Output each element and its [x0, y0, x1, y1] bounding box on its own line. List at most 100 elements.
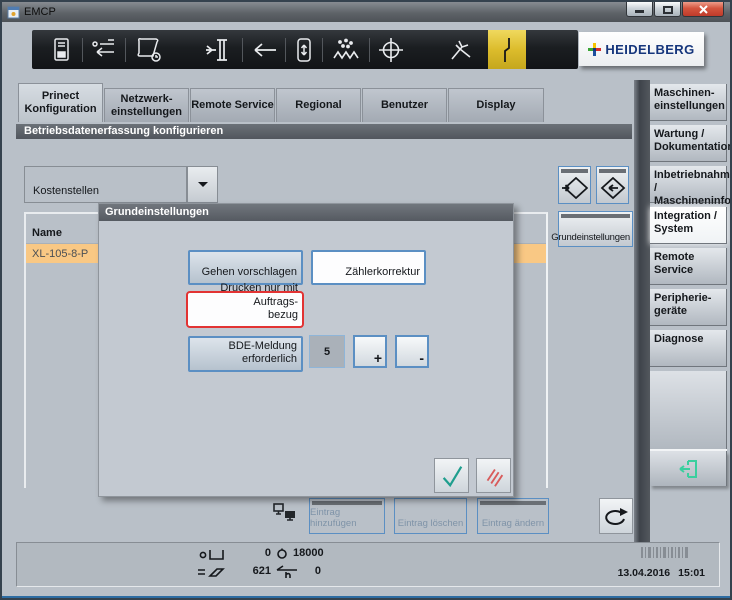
brand-logo: HEIDELBERG — [579, 32, 704, 66]
sidebar-separator — [650, 449, 727, 451]
blower-icon — [448, 37, 474, 63]
ok-button[interactable] — [434, 458, 469, 493]
button-indicator — [561, 214, 630, 218]
sidebar-item-inbetriebnahme-maschineninfo[interactable]: Inbetriebnahme / Maschineninfo — [650, 166, 727, 203]
drucken-nur-mit-auftragsbezug-button[interactable]: Drucken nur mit Auftrags- bezug — [186, 291, 304, 328]
sidebar-item-label: Wartung / Dokumentation — [654, 128, 732, 153]
tab-regional[interactable]: Regional — [276, 88, 361, 122]
tab-benutzer[interactable]: Benutzer — [362, 88, 447, 122]
exit-door-icon — [676, 457, 700, 481]
speed-value: 18000 — [293, 547, 343, 559]
sidebar-item-label: Remote Service — [654, 251, 694, 276]
eintrag-aendern-button[interactable]: Eintrag ändern — [477, 498, 549, 534]
close-button[interactable] — [682, 2, 724, 17]
brand-text: HEIDELBERG — [605, 42, 694, 57]
chevron-down-icon — [198, 182, 208, 187]
app-window: EMCP — [0, 0, 732, 600]
minimize-button[interactable] — [626, 2, 653, 17]
blower-button[interactable] — [440, 37, 482, 63]
sheet-feed-button[interactable] — [196, 37, 242, 63]
exit-button[interactable] — [650, 451, 727, 486]
import-button[interactable] — [558, 166, 591, 204]
door-button[interactable] — [286, 37, 322, 63]
barcode-icon — [641, 547, 689, 558]
increment-button[interactable]: + — [353, 335, 387, 368]
kostenstellen-field: Kostenstellen — [24, 166, 187, 203]
powder-spray-icon — [331, 38, 361, 62]
cancel-button[interactable] — [476, 458, 511, 493]
button-label: Eintrag ändern — [482, 518, 544, 529]
logbook-icon — [50, 37, 72, 63]
tab-label: Remote Service — [191, 99, 274, 112]
decrement-button[interactable]: - — [395, 335, 429, 368]
door-icon — [295, 37, 313, 63]
app-icon — [7, 6, 20, 19]
tab-display[interactable]: Display — [448, 88, 544, 122]
maximize-icon — [663, 6, 673, 14]
logbook-button[interactable] — [40, 37, 82, 63]
sidebar-item-wartung-dokumentation[interactable]: Wartung / Dokumentation — [650, 125, 727, 162]
tab-prinect-konfiguration[interactable]: Prinect Konfiguration — [18, 83, 103, 122]
lightning-icon — [500, 35, 514, 65]
minimize-icon — [635, 10, 644, 13]
button-label: Zählerkorrektur — [345, 266, 420, 280]
sidebar-item-label: Inbetriebnahme / Maschineninfo — [654, 169, 732, 207]
lightning-button-active[interactable] — [488, 30, 526, 69]
button-indicator — [480, 501, 546, 505]
schedule-button[interactable] — [126, 37, 172, 63]
sidebar-item-integration-system[interactable]: Integration / System — [650, 207, 727, 244]
tab-label: Prinect Konfiguration — [24, 90, 96, 115]
sidebar-item-remote-service[interactable]: Remote Service — [650, 248, 727, 285]
plus-icon: + — [374, 351, 382, 365]
sidebar-item-label: Diagnose — [654, 333, 704, 345]
checkmark-icon — [439, 463, 465, 489]
grundeinstellungen-dialog: Grundeinstellungen Gehen vorschlagen Zäh… — [98, 203, 514, 497]
reset-button[interactable] — [599, 498, 633, 534]
eintrag-loeschen-button[interactable]: Eintrag löschen — [394, 498, 467, 534]
titlebar: EMCP — [2, 2, 730, 22]
brand-plus-icon — [588, 43, 601, 56]
tab-netzwerk-einstellungen[interactable]: Netzwerk- einstellungen — [104, 88, 189, 122]
hour-counter-value: 0 — [277, 565, 321, 577]
bde-meldung-erforderlich-button[interactable]: BDE-Meldung erforderlich — [188, 336, 303, 372]
register-button[interactable] — [370, 37, 412, 63]
arrow-left-icon — [250, 40, 278, 60]
impression-counter-value: 0 — [217, 547, 271, 559]
sidebar-item-label: Integration / System — [654, 210, 717, 235]
dialog-title: Grundeinstellungen — [99, 204, 513, 221]
status-bar: 0 18000 621 0 13.04.2016 15:01 — [16, 542, 720, 587]
button-label: BDE-Meldung erforderlich — [194, 340, 297, 368]
sidebar-item-maschineneinstellungen[interactable]: Maschinen- einstellungen — [650, 84, 727, 121]
kostenstellen-dropdown-button[interactable] — [187, 166, 218, 203]
counter-value-field: 5 — [309, 335, 345, 368]
joblist-button[interactable] — [83, 38, 125, 62]
kostenstellen-label: Kostenstellen — [33, 185, 99, 197]
datetime: 13.04.2016 15:01 — [610, 567, 705, 579]
grundeinstellungen-button[interactable]: Grundeinstellungen — [558, 211, 633, 247]
total-counter-value: 621 — [217, 565, 271, 577]
tab-label: Display — [476, 99, 515, 112]
tab-label: Benutzer — [381, 99, 428, 112]
gehen-vorschlagen-button[interactable]: Gehen vorschlagen — [188, 250, 303, 285]
circular-arrow-icon — [602, 505, 630, 527]
zaehlerkorrektur-button[interactable]: Zählerkorrektur — [311, 250, 426, 285]
sidebar-item-label: Peripherie- geräte — [654, 292, 711, 317]
export-button[interactable] — [596, 166, 629, 204]
sidebar-item-diagnose[interactable]: Diagnose — [650, 330, 727, 367]
sheet-feed-icon — [204, 37, 234, 63]
window-controls — [625, 2, 724, 17]
export-diamond-icon — [600, 177, 626, 199]
eintrag-hinzufuegen-button[interactable]: Eintrag hinzufügen — [309, 498, 385, 534]
tab-remote-service[interactable]: Remote Service — [190, 88, 275, 122]
cancel-slashes-icon — [481, 463, 507, 489]
arrow-button[interactable] — [243, 40, 285, 60]
time-value: 15:01 — [678, 567, 705, 579]
powder-button[interactable] — [323, 38, 369, 62]
register-icon — [378, 37, 404, 63]
sidebar-item-peripheriegeraete[interactable]: Peripherie- geräte — [650, 289, 727, 326]
button-label: Grundeinstellungen — [551, 232, 630, 243]
date-value: 13.04.2016 — [618, 567, 671, 579]
tab-label: Netzwerk- einstellungen — [111, 93, 182, 118]
maximize-button[interactable] — [654, 2, 681, 17]
sidebar-empty-panel — [650, 371, 727, 449]
